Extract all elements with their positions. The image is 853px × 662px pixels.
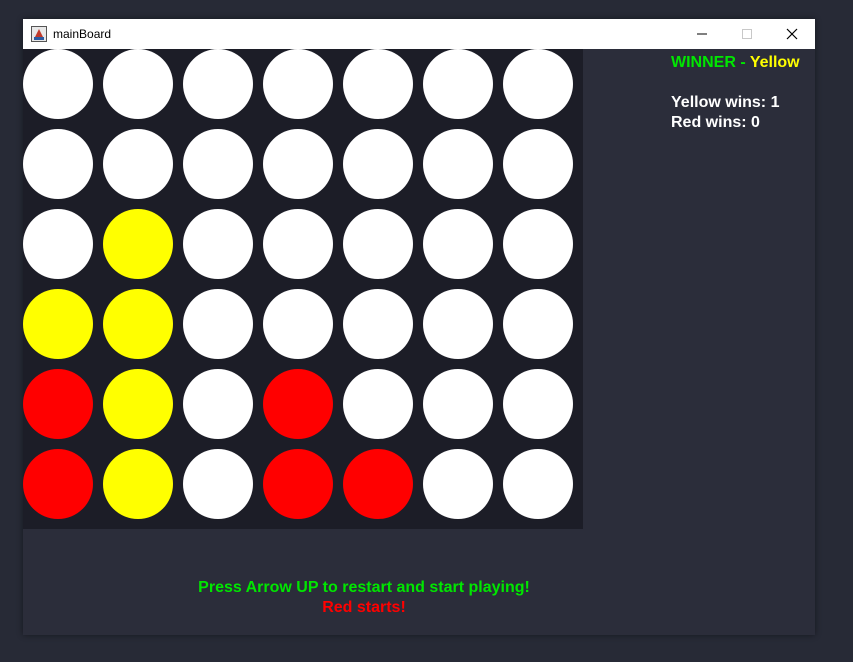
- maximize-icon: [742, 29, 752, 39]
- cell-r6-c7-empty[interactable]: [503, 449, 573, 519]
- cell-r5-c4-red[interactable]: [263, 369, 333, 439]
- winner-label: WINNER -: [671, 54, 746, 71]
- red-wins-score: Red wins: 0: [671, 114, 760, 131]
- cell-r6-c2-yellow[interactable]: [103, 449, 173, 519]
- cell-r1-c3-empty[interactable]: [183, 49, 253, 119]
- cell-r5-c5-empty[interactable]: [343, 369, 413, 439]
- cell-r4-c1-yellow[interactable]: [23, 289, 93, 359]
- cell-r5-c2-yellow[interactable]: [103, 369, 173, 439]
- cell-r6-c3-empty[interactable]: [183, 449, 253, 519]
- cell-r2-c4-empty[interactable]: [263, 129, 333, 199]
- cell-r2-c5-empty[interactable]: [343, 129, 413, 199]
- restart-instruction: Press Arrow UP to restart and start play…: [198, 579, 530, 596]
- cell-r1-c2-empty[interactable]: [103, 49, 173, 119]
- cell-r3-c4-empty[interactable]: [263, 209, 333, 279]
- winner-status: WINNER - Yellow: [671, 54, 800, 72]
- close-icon: [786, 28, 798, 40]
- winner-name: Yellow: [749, 54, 800, 71]
- cell-r3-c1-empty[interactable]: [23, 209, 93, 279]
- cell-r5-c7-empty[interactable]: [503, 369, 573, 439]
- cell-r3-c2-yellow[interactable]: [103, 209, 173, 279]
- cell-r6-c4-red[interactable]: [263, 449, 333, 519]
- cell-r4-c4-empty[interactable]: [263, 289, 333, 359]
- cell-r5-c3-empty[interactable]: [183, 369, 253, 439]
- window-title: mainBoard: [53, 27, 112, 41]
- cell-r2-c3-empty[interactable]: [183, 129, 253, 199]
- cell-r4-c5-empty[interactable]: [343, 289, 413, 359]
- close-button[interactable]: [769, 19, 815, 49]
- cell-r2-c7-empty[interactable]: [503, 129, 573, 199]
- cell-r2-c6-empty[interactable]: [423, 129, 493, 199]
- minimize-icon: [697, 33, 707, 35]
- cell-r1-c4-empty[interactable]: [263, 49, 333, 119]
- cell-r3-c7-empty[interactable]: [503, 209, 573, 279]
- cell-r6-c1-red[interactable]: [23, 449, 93, 519]
- cell-r4-c2-yellow[interactable]: [103, 289, 173, 359]
- cell-r4-c3-empty[interactable]: [183, 289, 253, 359]
- cell-r5-c6-empty[interactable]: [423, 369, 493, 439]
- cell-r2-c1-empty[interactable]: [23, 129, 93, 199]
- cell-r5-c1-red[interactable]: [23, 369, 93, 439]
- cell-r3-c3-empty[interactable]: [183, 209, 253, 279]
- cell-r6-c5-red[interactable]: [343, 449, 413, 519]
- maximize-button[interactable]: [724, 19, 770, 49]
- cell-r1-c1-empty[interactable]: [23, 49, 93, 119]
- game-board[interactable]: [23, 49, 583, 529]
- cell-r3-c6-empty[interactable]: [423, 209, 493, 279]
- cell-r1-c7-empty[interactable]: [503, 49, 573, 119]
- minimize-button[interactable]: [679, 19, 725, 49]
- cell-r1-c6-empty[interactable]: [423, 49, 493, 119]
- cell-r4-c6-empty[interactable]: [423, 289, 493, 359]
- starting-player-message: Red starts!: [322, 599, 406, 616]
- game-window: mainBoard WINNER - Yellow Yellow wins: 1…: [23, 19, 815, 635]
- cell-r4-c7-empty[interactable]: [503, 289, 573, 359]
- title-bar[interactable]: mainBoard: [23, 19, 815, 49]
- yellow-wins-score: Yellow wins: 1: [671, 94, 780, 111]
- cell-r6-c6-empty[interactable]: [423, 449, 493, 519]
- java-app-icon: [31, 26, 47, 42]
- cell-r2-c2-empty[interactable]: [103, 129, 173, 199]
- cell-r3-c5-empty[interactable]: [343, 209, 413, 279]
- cell-r1-c5-empty[interactable]: [343, 49, 413, 119]
